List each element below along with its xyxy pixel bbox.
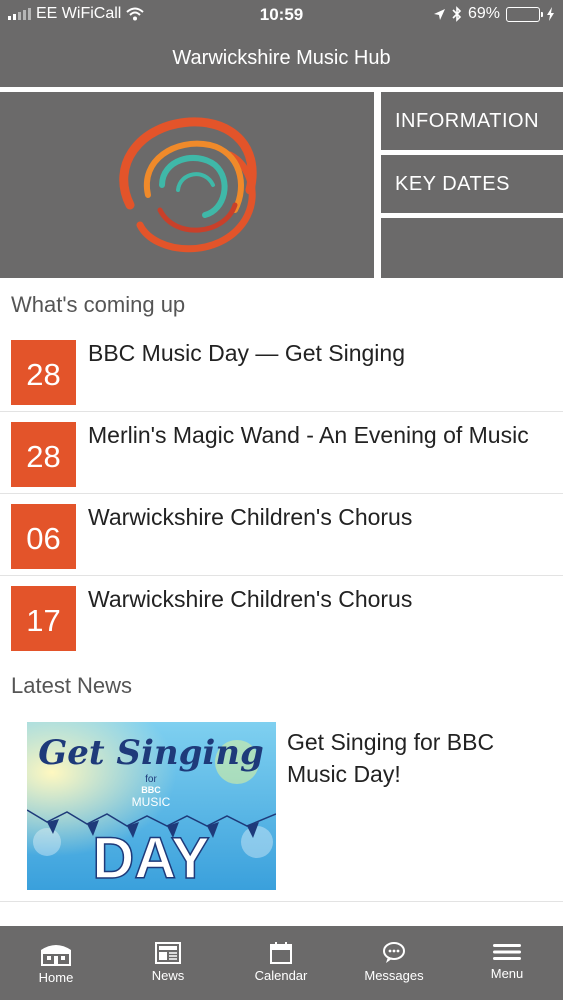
app-header: Warwickshire Music Hub <box>0 30 563 87</box>
tab-messages[interactable]: Messages <box>338 926 450 1000</box>
event-title: Merlin's Magic Wand - An Evening of Musi… <box>88 422 529 448</box>
tab-calendar[interactable]: Calendar <box>225 926 337 1000</box>
bluetooth-icon <box>452 6 462 22</box>
tab-label: Home <box>38 970 74 985</box>
thumb-for: for <box>145 774 157 785</box>
battery-percent: 69% <box>467 5 500 22</box>
tab-home[interactable]: Home <box>0 926 112 1000</box>
battery-icon <box>506 6 543 22</box>
thumb-music: MUSIC <box>132 795 171 809</box>
swirl-logo-icon <box>119 117 257 253</box>
tab-label: Menu <box>490 966 524 981</box>
event-row[interactable]: 17 Warwickshire Children's Chorus <box>0 576 563 658</box>
blank-button[interactable] <box>381 218 563 278</box>
event-date-badge: 28 <box>11 340 76 405</box>
key-dates-button[interactable]: KEY DATES <box>381 155 563 213</box>
upcoming-title: What's coming up <box>11 292 186 317</box>
news-title: Latest News <box>11 673 133 698</box>
tab-label: Calendar <box>254 968 308 983</box>
event-title: BBC Music Day — Get Singing <box>88 340 406 366</box>
event-title: Warwickshire Children's Chorus <box>88 504 413 530</box>
tab-label: News <box>151 968 185 983</box>
menu-icon <box>451 942 563 966</box>
tab-label: Messages <box>364 968 424 983</box>
news-headline: Get Singing for BBC Music Day! <box>287 729 495 787</box>
tab-menu[interactable]: Menu <box>451 926 563 1000</box>
event-title: Warwickshire Children's Chorus <box>88 586 413 612</box>
event-row[interactable]: 28 Merlin's Magic Wand - An Evening of M… <box>0 412 563 494</box>
information-button[interactable]: INFORMATION <box>381 92 563 150</box>
event-row[interactable]: 28 BBC Music Day — Get Singing <box>0 330 563 412</box>
app-title: Warwickshire Music Hub <box>172 47 391 69</box>
event-date-badge: 17 <box>11 586 76 651</box>
hero-section: INFORMATION KEY DATES <box>0 87 563 278</box>
event-row[interactable]: 06 Warwickshire Children's Chorus <box>0 494 563 576</box>
thumb-bbc: BBC <box>141 785 161 795</box>
status-right: 69% <box>433 5 555 23</box>
news-thumbnail: Get Singing for BBC MUSIC DAY <box>27 722 276 890</box>
charging-icon <box>547 7 554 21</box>
event-date-badge: 06 <box>11 504 76 569</box>
thumb-get-singing: Get Singing <box>38 733 264 773</box>
news-item[interactable]: Get Singing for BBC MUSIC DAY Get Singin… <box>0 712 563 902</box>
tab-news[interactable]: News <box>112 926 224 1000</box>
calendar-icon <box>225 942 337 966</box>
news-icon <box>112 942 224 966</box>
home-icon <box>0 942 112 966</box>
location-arrow-icon <box>433 8 445 20</box>
tab-bar: Home News Calendar Messages Menu <box>0 926 563 1000</box>
logo-panel[interactable] <box>0 92 374 278</box>
messages-icon <box>338 942 450 966</box>
event-date-badge: 28 <box>11 422 76 487</box>
status-bar: EE WiFiCall 10:59 69% <box>0 0 563 30</box>
thumb-day: DAY <box>92 826 209 890</box>
